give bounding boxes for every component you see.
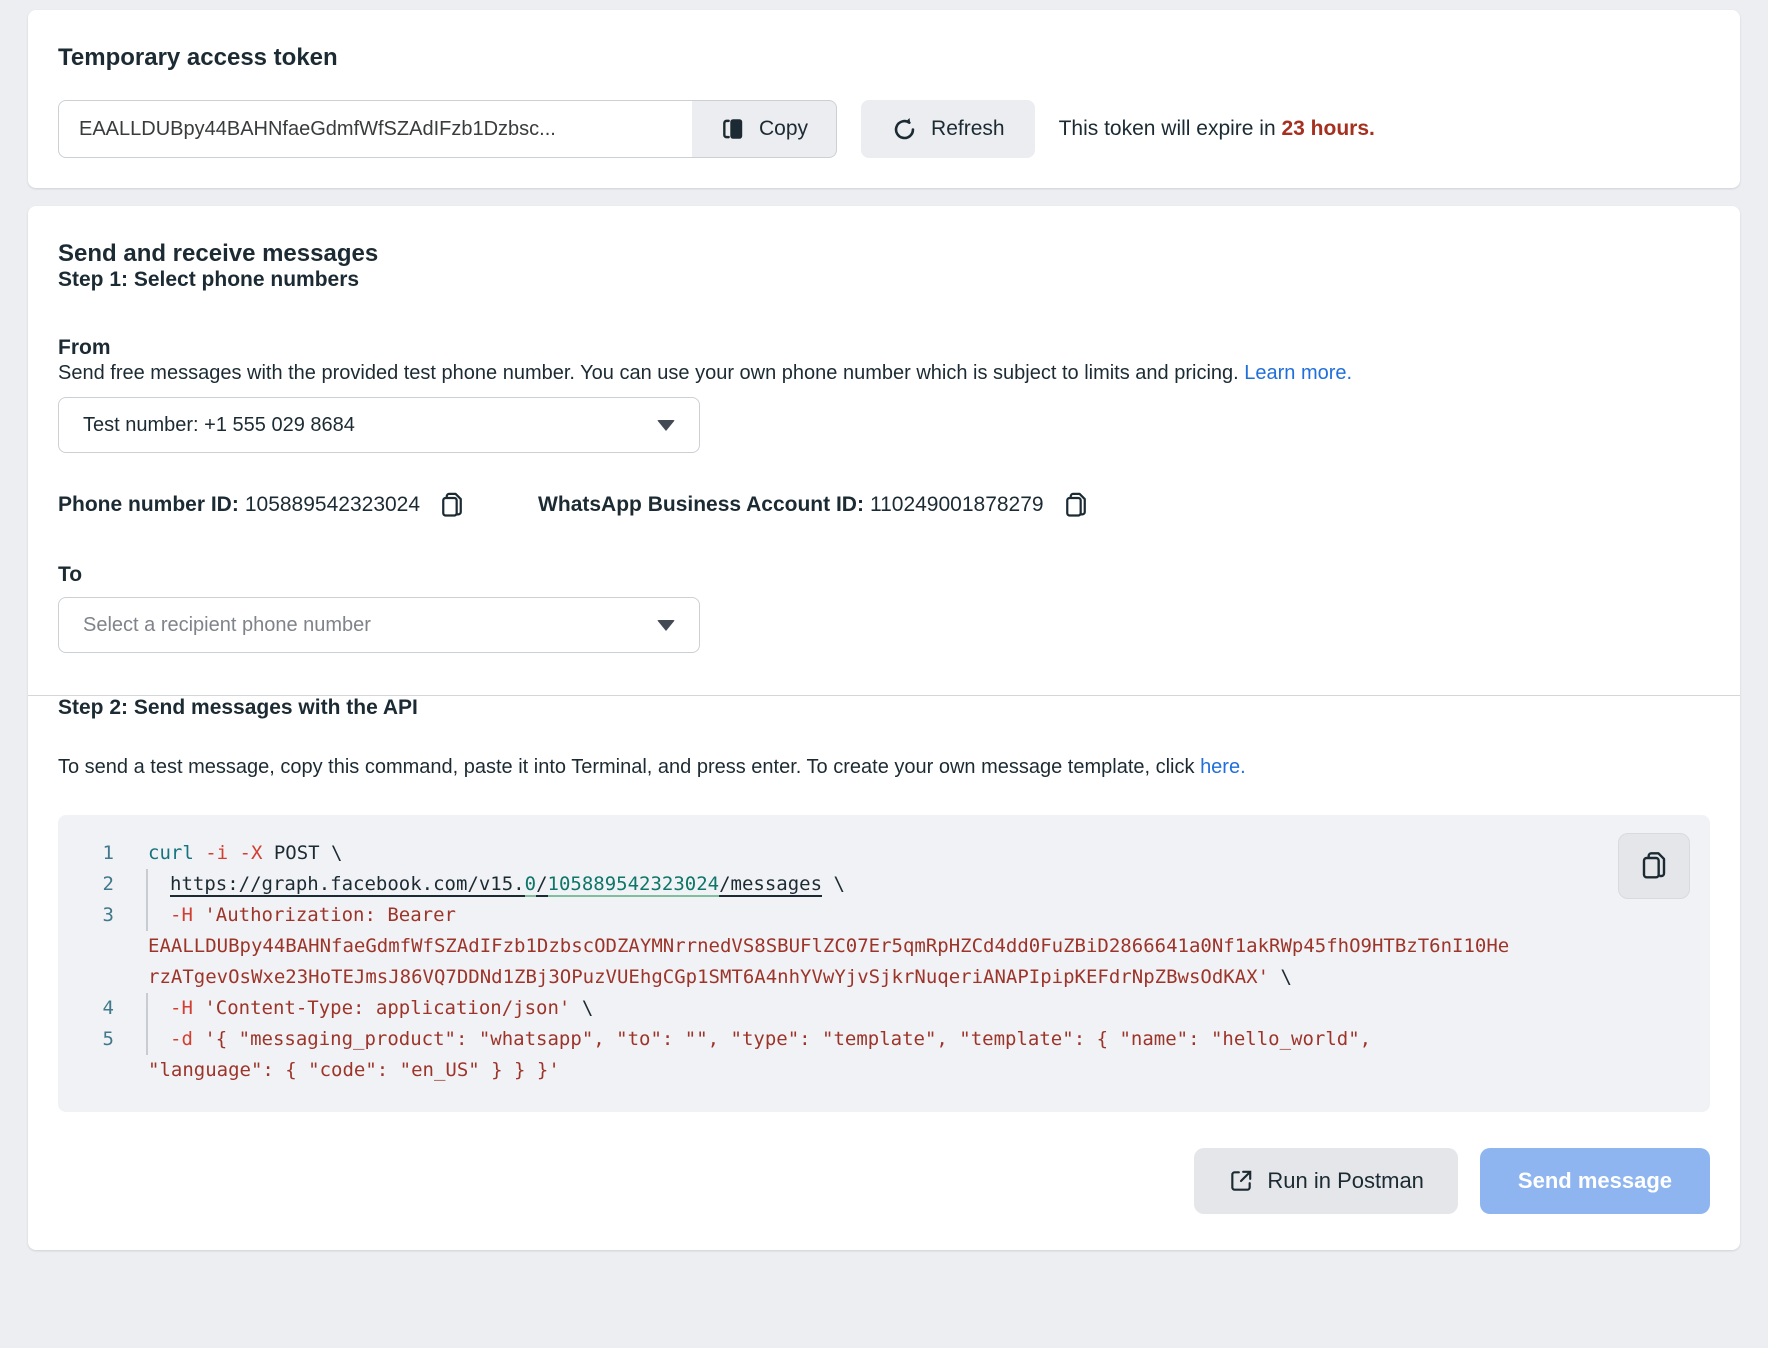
code-row: rzATgevOsWxe23HoTEJmsJ86VQ7DDNd1ZBj3OPuz… [58, 962, 1700, 993]
line-number: 3 [58, 900, 114, 931]
learn-more-link[interactable]: Learn more. [1244, 362, 1352, 384]
send-receive-messages-card: Send and receive messages Step 1: Select… [28, 206, 1740, 1250]
step2-help-text: To send a test message, copy this comman… [58, 754, 1710, 781]
token-expiry-text: This token will expire in 23 hours. [1059, 117, 1375, 141]
phone-number-id-value: 105889542323024 [245, 493, 420, 517]
copy-waba-id-button[interactable] [1062, 491, 1090, 519]
curl-code-block: 1curl -i -X POST \2https://graph.faceboo… [58, 815, 1710, 1112]
code-row: 3-H 'Authorization: Bearer [58, 900, 1700, 931]
step2-title: Step 2: Send messages with the API [58, 696, 1710, 720]
footer-actions: Run in Postman Send message [58, 1148, 1710, 1220]
postman-button-label: Run in Postman [1267, 1168, 1424, 1194]
line-number: 5 [58, 1024, 114, 1055]
account-ids-row: Phone number ID: 105889542323024 WhatsAp… [58, 491, 1710, 519]
code-row: "language": { "code": "en_US" } } }' [58, 1055, 1700, 1086]
step1-title: Step 1: Select phone numbers [58, 268, 1710, 292]
here-link[interactable]: here. [1200, 756, 1246, 778]
line-number [58, 962, 114, 993]
waba-id-label: WhatsApp Business Account ID: [538, 493, 864, 517]
copy-token-button[interactable]: Copy [692, 100, 837, 158]
send-message-button[interactable]: Send message [1480, 1148, 1710, 1214]
temporary-access-token-card: Temporary access token Copy [28, 10, 1740, 188]
run-in-postman-button[interactable]: Run in Postman [1194, 1148, 1458, 1214]
from-number-selected: Test number: +1 555 029 8684 [83, 414, 355, 437]
copy-icon [438, 491, 466, 519]
copy-icon [1638, 850, 1670, 882]
external-link-icon [1228, 1168, 1254, 1194]
line-number [58, 931, 114, 962]
copy-code-button[interactable] [1618, 833, 1690, 899]
code-row: 2https://graph.facebook.com/v15.0/105889… [58, 869, 1700, 900]
access-token-input[interactable] [58, 100, 693, 158]
waba-id-value: 110249001878279 [870, 493, 1044, 517]
line-number: 1 [58, 838, 114, 869]
copy-button-label: Copy [759, 117, 808, 141]
copy-icon [1062, 491, 1090, 519]
line-number [58, 1055, 114, 1086]
chevron-down-icon [657, 620, 675, 631]
code-row: 5-d '{ "messaging_product": "whatsapp", … [58, 1024, 1700, 1055]
line-number: 2 [58, 869, 114, 900]
refresh-token-button[interactable]: Refresh [861, 100, 1035, 158]
to-number-dropdown[interactable]: Select a recipient phone number [58, 597, 700, 653]
page: Temporary access token Copy [0, 0, 1768, 1250]
code-lines: 1curl -i -X POST \2https://graph.faceboo… [58, 838, 1700, 1086]
line-number: 4 [58, 993, 114, 1024]
send-button-label: Send message [1518, 1168, 1672, 1194]
chevron-down-icon [657, 420, 675, 431]
to-label: To [58, 563, 1710, 587]
from-help-text: Send free messages with the provided tes… [58, 360, 1710, 387]
token-expiry-value: 23 hours. [1281, 117, 1374, 140]
messages-card-title: Send and receive messages [58, 240, 1710, 268]
token-card-title: Temporary access token [58, 44, 1710, 72]
refresh-icon [891, 116, 918, 143]
code-row: 4-H 'Content-Type: application/json' \ [58, 993, 1700, 1024]
token-row: Copy Refresh This token will expire in 2… [58, 100, 1710, 158]
phone-number-id-label: Phone number ID: [58, 493, 239, 517]
to-number-placeholder: Select a recipient phone number [83, 614, 371, 637]
copy-phone-id-button[interactable] [438, 491, 466, 519]
refresh-button-label: Refresh [931, 117, 1005, 141]
from-label: From [58, 336, 1710, 360]
code-row: 1curl -i -X POST \ [58, 838, 1700, 869]
from-number-dropdown[interactable]: Test number: +1 555 029 8684 [58, 397, 700, 453]
code-row: EAALLDUBpy44BAHNfaeGdmfWfSZAdIFzb1DzbscO… [58, 931, 1700, 962]
token-input-group: Copy [58, 100, 837, 158]
copy-icon [720, 116, 746, 142]
